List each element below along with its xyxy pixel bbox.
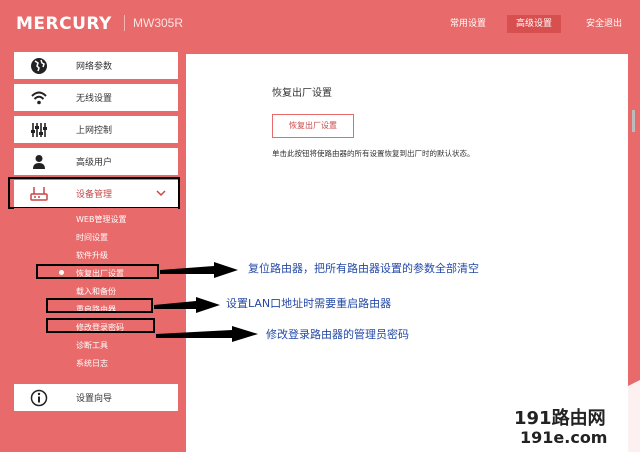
watermark-background xyxy=(498,380,640,452)
watermark-line2: 191e.com xyxy=(520,428,608,447)
watermark-line1: 191路由网 xyxy=(514,408,606,429)
